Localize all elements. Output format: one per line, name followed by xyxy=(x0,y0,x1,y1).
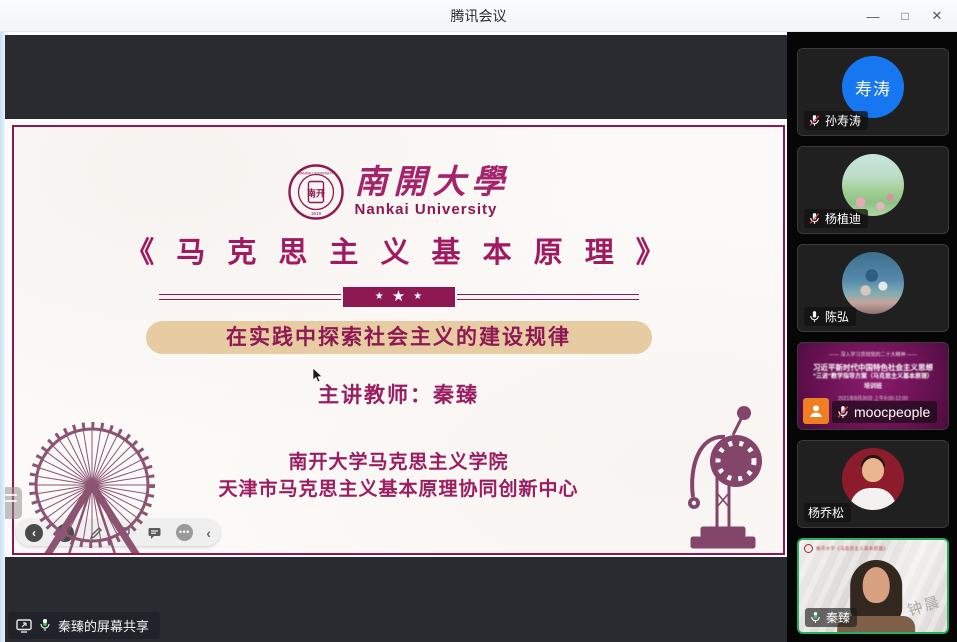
nankai-seal-icon: NANKAI UNIVERSITY 南开 1919 xyxy=(287,163,345,221)
star-icon: ★ xyxy=(392,287,405,307)
mouse-cursor xyxy=(312,367,323,388)
avatar xyxy=(842,154,904,216)
screen-share-label: 秦臻的屏幕共享 xyxy=(58,616,149,635)
shared-screen-stage: NANKAI UNIVERSITY 南开 1919 南開大學 Nankai Un… xyxy=(0,32,787,642)
slide-title: 《 马 克 思 主 义 基 本 原 理 》 xyxy=(14,229,783,271)
avatar xyxy=(842,252,904,314)
star-divider-box: ★ ★ ★ xyxy=(343,287,455,307)
close-button[interactable]: ✕ xyxy=(921,0,953,32)
screen-share-indicator: 秦臻的屏幕共享 xyxy=(8,612,160,639)
window-title: 腾讯会议 xyxy=(0,0,957,32)
minimize-button[interactable]: — xyxy=(857,0,889,32)
star-icon: ★ xyxy=(375,287,384,307)
mini-logo-icon xyxy=(804,544,813,553)
tencent-meeting-window: 腾讯会议 — □ ✕ NANKAI UNIVERSITY 南开 1919 xyxy=(0,0,957,642)
participant-tile-active-speaker[interactable]: 南开大学《马克思主义基本原理》 钟晨 秦臻 xyxy=(797,538,949,634)
presenter-badge-icon xyxy=(803,398,829,424)
participant-sidebar: 寿涛 孙寿涛 杨植迪 xyxy=(787,32,957,642)
participant-tile[interactable]: 陈弘 xyxy=(797,244,949,332)
participant-name: 杨植迪 xyxy=(825,210,861,227)
participant-name: 杨乔松 xyxy=(808,504,844,521)
participant-tile[interactable]: 寿涛 孙寿涛 xyxy=(797,48,949,136)
screen-share-icon xyxy=(16,619,32,633)
maximize-button[interactable]: □ xyxy=(889,0,921,32)
svg-text:南开: 南开 xyxy=(306,188,324,199)
presentation-slide: NANKAI UNIVERSITY 南开 1919 南開大學 Nankai Un… xyxy=(12,125,785,555)
share-mic-icon xyxy=(39,618,51,633)
participant-tile[interactable]: —— 深入学习贯彻党的二十大精神 —— 习近平新时代中国特色社会主义思想 “三进… xyxy=(797,342,949,430)
participant-name: moocpeople xyxy=(854,404,930,420)
svg-text:1919: 1919 xyxy=(310,211,321,216)
shared-slide-preview: —— 深入学习贯彻党的二十大精神 —— 习近平新时代中国特色社会主义思想 “三进… xyxy=(798,352,948,404)
mic-active-icon xyxy=(809,611,822,624)
video-caption: 南开大学《马克思主义基本原理》 xyxy=(804,544,888,553)
slide-subtitle-banner: 在实践中探索社会主义的建设规律 xyxy=(146,321,652,354)
participant-name: 孙寿涛 xyxy=(825,112,861,129)
divider-line-right xyxy=(457,294,639,300)
stage-top-line xyxy=(0,32,787,35)
divider-line-left xyxy=(159,294,341,300)
avatar: 寿涛 xyxy=(842,56,904,118)
participant-name: 陈弘 xyxy=(825,308,849,325)
participant-name: 秦臻 xyxy=(826,609,850,626)
star-icon: ★ xyxy=(413,287,422,307)
participant-tile[interactable]: 杨植迪 xyxy=(797,146,949,234)
title-divider: ★ ★ ★ xyxy=(159,287,639,307)
participant-tile[interactable]: 杨乔松 xyxy=(797,440,949,528)
svg-text:NANKAI UNIVERSITY: NANKAI UNIVERSITY xyxy=(298,172,335,176)
mic-muted-icon xyxy=(808,212,821,225)
mic-muted-icon xyxy=(808,114,821,127)
ferris-wheel-graphic xyxy=(12,421,178,555)
nankai-logo: NANKAI UNIVERSITY 南开 1919 南開大學 Nankai Un… xyxy=(14,163,783,221)
avatar xyxy=(842,448,904,510)
collapse-toolbar-button[interactable]: ‹ xyxy=(206,525,211,541)
film-projector-graphic xyxy=(673,405,773,555)
lecturer-line: 主讲教师：秦臻 xyxy=(14,379,783,409)
mic-on-icon xyxy=(808,310,821,323)
window-titlebar: 腾讯会议 — □ ✕ xyxy=(0,0,957,32)
nankai-english-name: Nankai University xyxy=(355,201,511,218)
nankai-calligraphy: 南開大學 xyxy=(355,166,511,200)
window-edge-sliver xyxy=(0,32,5,642)
mic-muted-icon xyxy=(836,405,850,419)
more-options-button[interactable]: ••• xyxy=(176,524,193,541)
